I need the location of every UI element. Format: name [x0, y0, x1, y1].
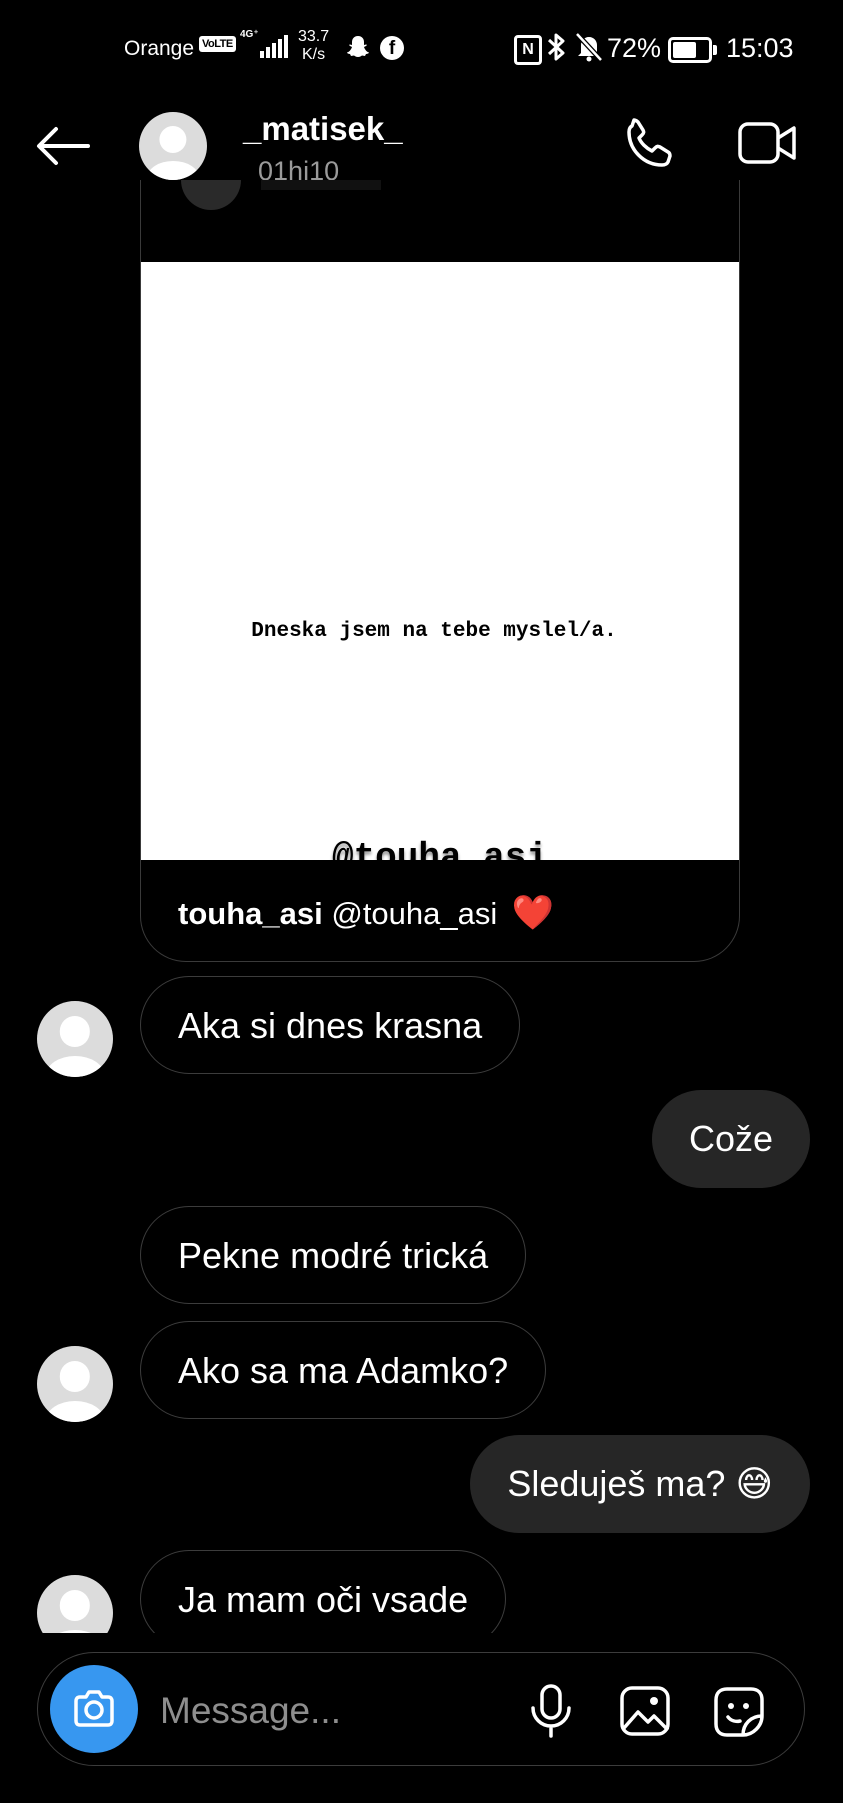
volte-badge: VoLTE [199, 36, 236, 52]
network-speed: 33.7 K/s [298, 28, 329, 64]
story-image[interactable]: Dneska jsem na tebe myslel/a. @touha_asi [141, 262, 739, 878]
story-author-name [261, 180, 381, 190]
battery-percent: 72% [607, 33, 662, 63]
story-text: Dneska jsem na tebe myslel/a. [251, 620, 617, 643]
gallery-button[interactable] [620, 1686, 670, 1741]
signal-icon [260, 34, 288, 58]
avatar[interactable] [139, 112, 207, 180]
heart-emoji: ❤️ [511, 894, 555, 932]
story-author-avatar [181, 180, 241, 210]
story-mention: @touha_asi [331, 837, 549, 878]
phone-call-button[interactable] [622, 116, 678, 177]
speed-unit: K/s [302, 46, 326, 63]
carrier-name: Orange [124, 37, 195, 60]
camera-button[interactable] [50, 1665, 138, 1753]
message-input[interactable] [158, 1680, 492, 1742]
nfc-icon: N [514, 35, 542, 65]
shared-story-card[interactable]: Dneska jsem na tebe myslel/a. @touha_asi… [140, 180, 740, 962]
message-clip: Ja mam oči vsade [0, 1540, 843, 1633]
message-bubble-incoming[interactable]: Aka si dnes krasna [140, 976, 521, 1074]
video-call-button[interactable] [738, 120, 798, 171]
snapchat-icon [345, 34, 371, 65]
message-bubble-incoming[interactable]: Ja mam oči vsade [140, 1550, 507, 1633]
caption-text: @touha_asi [331, 896, 498, 931]
network-type: 4G⁺ [240, 29, 259, 40]
bluetooth-icon [545, 31, 567, 68]
status-bar: Orange VoLTE 4G⁺ 33.7 K/s f N 72% 15:03 [0, 0, 843, 100]
avatar[interactable] [37, 1001, 113, 1077]
microphone-button[interactable] [528, 1684, 574, 1743]
message-bubble-outgoing[interactable]: Sleduješ ma? 😅 [470, 1435, 810, 1533]
sticker-button[interactable] [713, 1686, 765, 1743]
back-button[interactable] [36, 126, 90, 171]
avatar[interactable] [37, 1575, 113, 1633]
speed-value: 33.7 [298, 28, 330, 45]
message-bubble-incoming[interactable]: Ako sa ma Adamko? [140, 1321, 547, 1419]
story-caption: touha_asi @touha_asi ❤️ [178, 893, 554, 933]
contact-display-name[interactable]: _matisek_ [243, 110, 403, 148]
caption-username[interactable]: touha_asi [178, 896, 323, 931]
avatar[interactable] [37, 1346, 113, 1422]
muted-bell-icon [575, 32, 603, 67]
clock: 15:03 [726, 33, 794, 63]
facebook-icon: f [380, 36, 404, 60]
battery-icon [668, 37, 717, 63]
message-bubble-incoming[interactable]: Pekne modré trická [140, 1206, 527, 1304]
message-bubble-outgoing[interactable]: Cože [651, 1090, 810, 1188]
